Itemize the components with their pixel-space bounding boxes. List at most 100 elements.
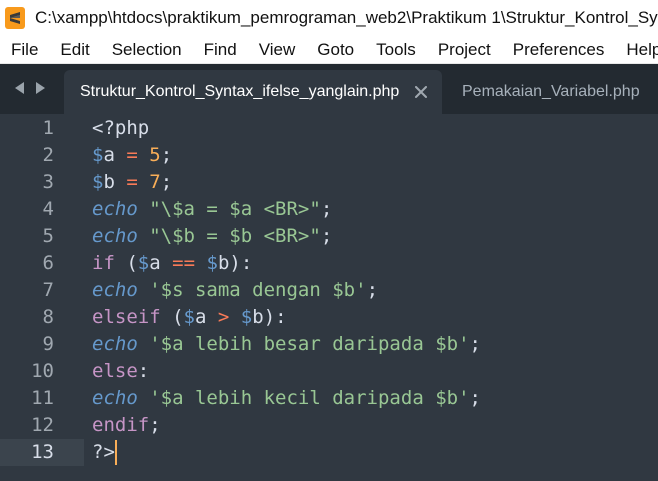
code-token-var: $ <box>137 252 150 274</box>
line-number: 13 <box>31 441 54 463</box>
menu-project[interactable]: Project <box>427 36 502 63</box>
menu-bar: File Edit Selection Find View Goto Tools… <box>0 36 658 64</box>
code-token-echo: echo <box>92 387 138 409</box>
code-token-punc: ; <box>160 171 173 193</box>
code-area[interactable]: <?php $a = 5; $b = 7; echo "\$a = $a <BR>";… <box>92 114 658 481</box>
code-token-punc <box>138 225 149 247</box>
code-line[interactable]: else: <box>92 358 149 385</box>
code-token-punc <box>115 144 126 166</box>
code-line[interactable]: if ($a == $b): <box>92 250 252 277</box>
code-token-punc <box>138 171 149 193</box>
code-token-tag: <?php <box>92 117 150 139</box>
tab-struktur-kontrol[interactable]: Struktur_Kontrol_Syntax_ifelse_yanglain.… <box>64 70 442 114</box>
code-token-kw: if <box>92 252 115 274</box>
tab-label: Pemakaian_Variabel.php <box>462 83 640 100</box>
code-token-punc: ( <box>114 252 138 274</box>
code-token-punc: ): <box>263 306 287 328</box>
code-token-punc: ; <box>149 414 161 436</box>
code-line[interactable]: elseif ($a > $b): <box>92 304 287 331</box>
code-token-kw: else <box>92 360 138 382</box>
code-token-punc <box>229 306 240 328</box>
code-token-echo: echo <box>92 333 138 355</box>
tab-pemakaian-variabel[interactable]: Pemakaian_Variabel.php <box>462 70 658 114</box>
code-token-echo: echo <box>92 198 138 220</box>
menu-file[interactable]: File <box>0 36 49 63</box>
code-line[interactable]: echo "\$b = $b <BR>"; <box>92 223 332 250</box>
code-token-op: > <box>217 306 230 328</box>
code-token-str: '$a lebih besar daripada $b' <box>149 333 470 355</box>
code-token-id: b <box>252 306 264 328</box>
code-token-punc: ; <box>366 279 379 301</box>
code-token-punc <box>138 144 149 166</box>
line-number: 10 <box>31 360 54 382</box>
code-token-id: a <box>194 306 207 328</box>
arrow-left-icon[interactable] <box>12 80 26 96</box>
code-line[interactable]: echo '$s sama dengan $b'; <box>92 277 378 304</box>
code-token-var: $ <box>92 171 104 193</box>
code-token-op: = <box>126 171 138 193</box>
code-line[interactable]: $a = 5; <box>92 142 172 169</box>
tab-label: Struktur_Kontrol_Syntax_ifelse_yanglain.… <box>80 83 400 100</box>
code-token-id: a <box>149 252 161 274</box>
code-line[interactable]: $b = 7; <box>92 169 172 196</box>
menu-preferences[interactable]: Preferences <box>502 36 616 63</box>
code-token-var: $ <box>92 144 104 166</box>
code-token-punc <box>138 387 149 409</box>
menu-help[interactable]: Help <box>615 36 658 63</box>
code-line[interactable]: echo '$a lebih kecil daripada $b'; <box>92 385 481 412</box>
menu-find[interactable]: Find <box>193 36 248 63</box>
text-cursor <box>115 440 117 465</box>
code-token-punc: ; <box>320 198 333 220</box>
code-token-punc: ; <box>320 225 333 247</box>
line-number: 9 <box>42 333 54 355</box>
code-token-punc: ; <box>469 387 481 409</box>
close-icon[interactable] <box>412 83 430 101</box>
line-number: 12 <box>31 414 54 436</box>
code-line[interactable]: endif; <box>92 412 161 439</box>
code-token-punc: ( <box>160 306 184 328</box>
line-number: 11 <box>31 387 54 409</box>
code-token-str: "\$b = $b <BR>" <box>149 225 321 247</box>
line-number: 1 <box>42 117 54 139</box>
code-token-kw: endif <box>92 414 150 436</box>
code-token-num: 7 <box>149 171 161 193</box>
menu-goto[interactable]: Goto <box>306 36 365 63</box>
code-line[interactable]: ?> <box>92 439 115 466</box>
code-token-punc <box>138 279 149 301</box>
menu-edit[interactable]: Edit <box>49 36 100 63</box>
code-token-punc <box>206 306 217 328</box>
code-token-op: = <box>126 144 138 166</box>
code-token-punc <box>115 171 126 193</box>
arrow-right-icon[interactable] <box>34 80 48 96</box>
code-token-str: '$a lebih kecil daripada $b' <box>149 387 470 409</box>
sublime-text-icon <box>5 7 25 29</box>
code-token-punc <box>195 252 206 274</box>
line-number: 7 <box>42 279 54 301</box>
menu-tools[interactable]: Tools <box>365 36 427 63</box>
tab-nav-arrows <box>12 80 48 96</box>
tab-bar: Struktur_Kontrol_Syntax_ifelse_yanglain.… <box>0 64 658 114</box>
menu-selection[interactable]: Selection <box>101 36 193 63</box>
code-line[interactable]: <?php <box>92 115 149 142</box>
code-token-tag: ?> <box>92 441 115 463</box>
code-token-id: a <box>103 144 115 166</box>
menu-view[interactable]: View <box>248 36 307 63</box>
code-token-echo: echo <box>92 225 138 247</box>
code-line[interactable]: echo '$a lebih besar daripada $b'; <box>92 331 481 358</box>
code-token-id: b <box>103 171 115 193</box>
line-number: 8 <box>42 306 54 328</box>
code-token-var: $ <box>206 252 218 274</box>
line-number: 2 <box>42 144 54 166</box>
code-token-str: "\$a = $a <BR>" <box>149 198 321 220</box>
code-editor[interactable]: 1 2 3 4 5 6 7 8 9 10 11 12 13 <?php $a = 5; $b = 7; ech… <box>0 114 658 481</box>
code-line[interactable]: echo "\$a = $a <BR>"; <box>92 196 332 223</box>
code-token-str: '$s sama dengan $b' <box>149 279 367 301</box>
code-token-op: == <box>172 252 196 274</box>
title-bar: C:\xampp\htdocs\praktikum_pemrograman_we… <box>0 0 658 36</box>
code-token-punc: ): <box>229 252 253 274</box>
line-number: 4 <box>42 198 54 220</box>
code-token-punc <box>138 198 149 220</box>
code-token-punc: : <box>137 360 150 382</box>
line-number: 3 <box>42 171 54 193</box>
line-number: 5 <box>42 225 54 247</box>
